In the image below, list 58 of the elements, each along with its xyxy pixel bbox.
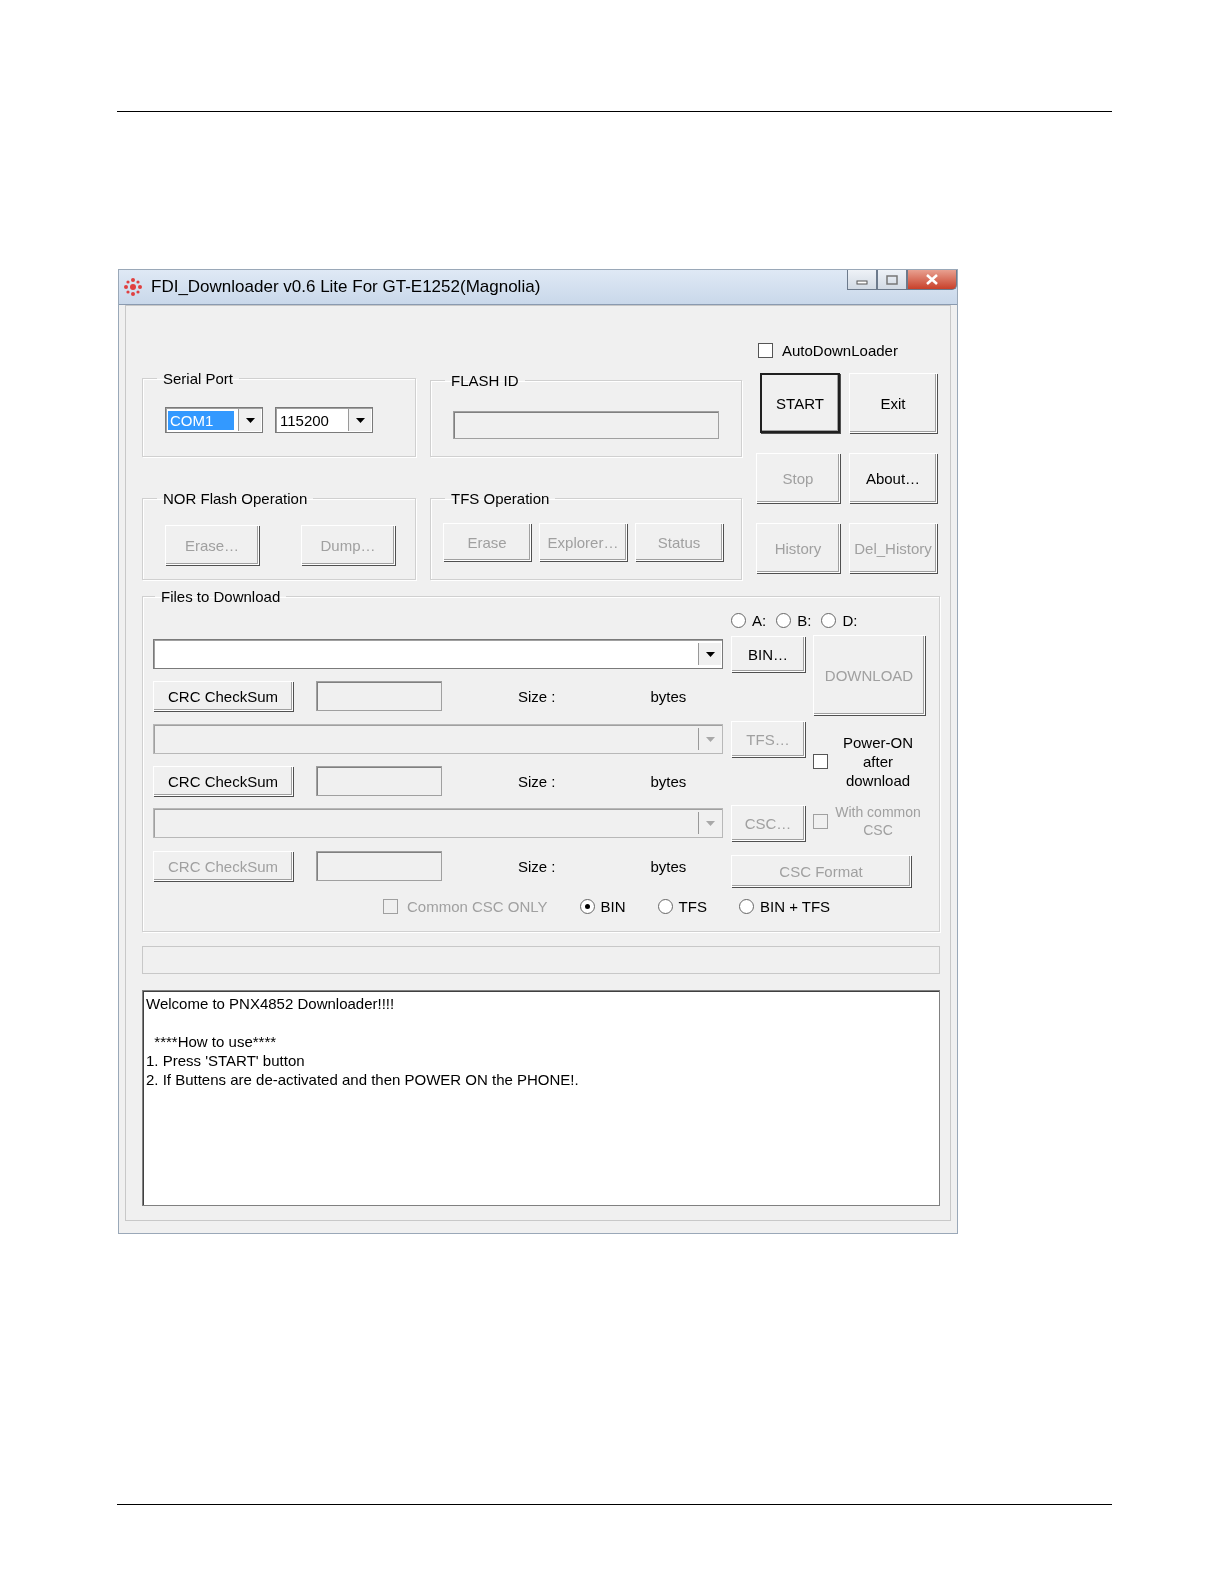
button[interactable]: Exit [849,373,937,433]
checkbox[interactable] [758,343,773,358]
caret-icon [245,417,255,423]
maximize-button[interactable] [877,270,907,290]
window-title: FDI_Downloader v0.6 Lite For GT-E1252(Magnolia) [151,277,542,297]
log-box[interactable]: Welcome to PNX4852 Downloader!!!! ****How to use**** 1. Press 'START' button 2. If Buttens are de-activated and then POWER ON the PHONE!. [142,990,940,1206]
radio-button[interactable] [657,898,673,914]
button[interactable]: BIN… [731,636,805,672]
text-field[interactable] [453,411,719,439]
log-line: ****How to use**** [153,1032,278,1051]
log-line: 1. Press 'START' button [146,1051,306,1070]
text-field[interactable] [316,851,442,881]
group-title: Files to Download [160,588,282,605]
checkbox[interactable] [813,753,828,769]
text-field[interactable] [316,681,442,711]
button[interactable]: CRC CheckSum [153,681,293,711]
caret-icon [705,651,715,657]
radio-label: D: [842,611,858,629]
close-icon [925,274,939,285]
size-label: Size : [518,772,556,790]
radio-button[interactable] [738,898,754,914]
group-title: TFS Operation [450,490,551,507]
unit-label: bytes [650,687,687,705]
dropdown[interactable]: 115200 [275,407,373,433]
caret-icon [705,736,715,742]
radio-label: TFS [678,897,707,915]
radio-button[interactable] [579,898,595,914]
checkbox-label: With common CSC [834,803,922,839]
checkbox-label: AutoDownLoader [782,342,898,359]
size-label: Size : [518,857,556,875]
checkbox-label: Power-ON after download [842,732,914,790]
dropdown[interactable] [153,639,723,669]
minimize-button[interactable] [847,270,877,290]
radio-label: A: [752,611,767,629]
maximize-icon [886,274,898,285]
unit-label: bytes [650,772,687,790]
button[interactable]: START [760,373,840,433]
log-line: Welcome to PNX4852 Downloader!!!! [146,994,396,1013]
close-button[interactable] [907,270,957,290]
radio-label: BIN + TFS [759,897,831,915]
radio-label: B: [797,611,812,629]
group-title: FLASH ID [450,372,520,389]
text-field[interactable] [316,766,442,796]
caret-icon [705,820,715,826]
radio-button[interactable] [776,612,792,628]
dropdown[interactable]: COM1 [165,407,263,433]
radio-button[interactable] [731,612,746,628]
caret-icon [355,417,365,423]
group-title: Serial Port [162,370,235,387]
group-title: NOR Flash Operation [162,490,309,507]
button[interactable]: About… [849,453,937,503]
radio-label: BIN [600,897,626,915]
flower-icon [123,277,143,297]
checkbox-label: Common CSC ONLY [407,897,548,915]
unit-label: bytes [650,857,687,875]
radio-button[interactable] [821,612,837,628]
size-label: Size : [518,687,556,705]
log-line: 2. If Buttens are de-activated and then POWER ON the PHONE!. [146,1070,580,1089]
